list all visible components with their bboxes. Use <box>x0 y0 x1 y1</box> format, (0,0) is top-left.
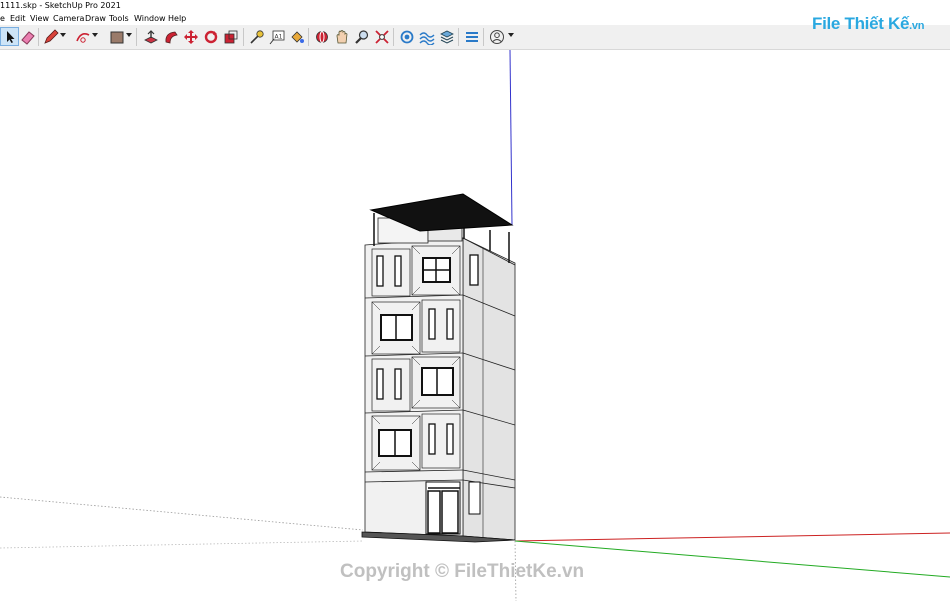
push-pull-icon[interactable] <box>141 27 160 46</box>
menu-tools[interactable]: Tools <box>109 14 129 23</box>
select-icon[interactable] <box>0 27 19 46</box>
rotate-icon[interactable] <box>201 27 220 46</box>
text-icon[interactable]: A1 <box>267 27 286 46</box>
red-axis <box>514 532 950 542</box>
model-viewport[interactable] <box>0 50 950 601</box>
toolbar-separator <box>136 28 137 46</box>
menu-camera[interactable]: Camera <box>53 14 84 23</box>
red-axis-negative <box>0 540 364 549</box>
menu-draw[interactable]: Draw <box>85 14 106 23</box>
toolbar-separator <box>483 28 484 46</box>
brand-logo: File Thiết Kế.vn <box>812 14 925 40</box>
menu-view[interactable]: View <box>30 14 49 23</box>
building-model[interactable] <box>361 193 516 543</box>
styles-icon[interactable] <box>462 27 481 46</box>
menu-edit[interactable]: Edit <box>10 14 26 23</box>
section-icon[interactable] <box>397 27 416 46</box>
toolbar-separator <box>393 28 394 46</box>
blue-axis <box>509 50 513 226</box>
pencil-icon[interactable] <box>41 27 60 46</box>
orbit-icon[interactable] <box>312 27 331 46</box>
chevron-down-icon[interactable] <box>60 33 66 37</box>
toolbar-separator <box>38 28 39 46</box>
logo-text: File Thiết Kế <box>812 14 910 33</box>
toolbar-separator <box>308 28 309 46</box>
logo-suffix: .vn <box>909 20 925 32</box>
toolbar-separator <box>243 28 244 46</box>
layers-icon[interactable] <box>437 27 456 46</box>
chevron-down-icon[interactable] <box>508 33 514 37</box>
green-axis-negative <box>0 496 364 531</box>
menu-file[interactable]: e <box>0 14 5 23</box>
rectangle-icon[interactable] <box>107 27 126 46</box>
user-icon[interactable] <box>487 27 506 46</box>
toolbar-separator <box>458 28 459 46</box>
chevron-down-icon[interactable] <box>92 33 98 37</box>
menu-window[interactable]: Window <box>134 14 166 23</box>
copyright-watermark: Copyright © FileThietKe.vn <box>340 561 585 582</box>
title-bar: 1111.skp - SketchUp Pro 2021 <box>0 0 950 13</box>
follow-me-icon[interactable] <box>161 27 180 46</box>
pan-icon[interactable] <box>332 27 351 46</box>
arc-icon[interactable] <box>73 27 92 46</box>
menu-help[interactable]: Help <box>168 14 186 23</box>
paint-bucket-icon[interactable] <box>287 27 306 46</box>
eraser-icon[interactable] <box>18 27 37 46</box>
tape-measure-icon[interactable] <box>247 27 266 46</box>
svg-text:A1: A1 <box>274 33 282 40</box>
toolbar: A1 <box>0 25 950 50</box>
zoom-icon[interactable] <box>352 27 371 46</box>
window-title: 1111.skp - SketchUp Pro 2021 <box>0 1 121 10</box>
move-icon[interactable] <box>181 27 200 46</box>
scale-icon[interactable] <box>221 27 240 46</box>
sandbox-icon[interactable] <box>417 27 436 46</box>
zoom-extents-icon[interactable] <box>372 27 391 46</box>
chevron-down-icon[interactable] <box>126 33 132 37</box>
menu-bar: e Edit View Camera Draw Tools Window Hel… <box>0 13 950 25</box>
